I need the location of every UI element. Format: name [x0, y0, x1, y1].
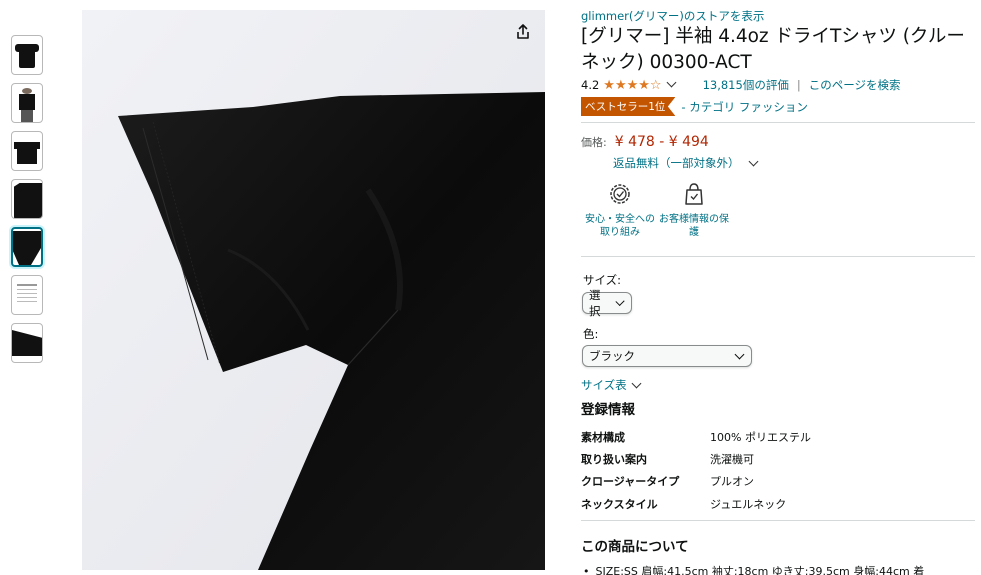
about-bullet: • SIZE:SS 肩幅:41.5cm 袖丈:18cm ゆき丈:39.5cm 身幅…: [581, 563, 924, 575]
spec-row: 素材構成 100% ポリエステル: [581, 429, 975, 445]
main-product-image[interactable]: [48, 10, 545, 570]
size-label: サイズ:: [583, 273, 622, 287]
color-label: 色:: [583, 327, 599, 341]
thumbnail-front[interactable]: [11, 35, 43, 75]
divider: [581, 520, 975, 521]
bullet-dot: •: [583, 565, 590, 575]
thumbnail-sleeve[interactable]: [11, 227, 43, 267]
thumbnail-flat[interactable]: [11, 131, 43, 171]
product-title: [グリマー] 半袖 4.4oz ドライTシャツ (クルーネック) 00300-A…: [581, 26, 965, 73]
spec-value: 100% ポリエステル: [710, 431, 811, 444]
thumbnail-size-table[interactable]: [11, 275, 43, 315]
star-rating-icon[interactable]: ★★★★☆: [603, 78, 661, 93]
spec-row: クロージャータイプ プルオン: [581, 473, 975, 489]
feature-safety-label: 安心・安全への取り組み: [585, 214, 655, 238]
divider: [581, 122, 975, 123]
size-select-value: 選択: [589, 288, 601, 318]
shield-check-icon: [610, 184, 630, 204]
chevron-down-icon: [631, 378, 642, 389]
chevron-down-icon[interactable]: [666, 77, 677, 88]
feature-privacy-label: お客様情報の保護: [659, 214, 729, 238]
chevron-down-icon: [748, 156, 758, 167]
tshirt-sleeve-image: [48, 10, 545, 570]
price-value: ¥ 478 - ¥ 494: [614, 134, 709, 150]
rating-count-link[interactable]: 13,815個の評価: [703, 77, 789, 93]
free-returns-text: 返品無料（一部対象外）: [613, 156, 740, 170]
color-select[interactable]: ブラック: [582, 345, 752, 367]
spec-row: ネックスタイル ジュエルネック: [581, 496, 975, 512]
spec-key: ネックスタイル: [581, 498, 658, 511]
feature-safety[interactable]: 安心・安全への取り組み: [581, 181, 659, 239]
registration-title: 登録情報: [581, 402, 635, 418]
chevron-down-icon: [734, 349, 745, 359]
about-bullet-text: SIZE:SS 肩幅:41.5cm 袖丈:18cm ゆき丈:39.5cm 身幅:…: [595, 565, 925, 575]
share-icon: [517, 24, 529, 39]
spec-key: 素材構成: [581, 431, 625, 444]
spec-value: 洗濯機可: [710, 453, 754, 466]
separator: |: [796, 78, 801, 92]
price-label: 価格:: [581, 136, 607, 149]
rating-row: 4.2 ★★★★☆ 13,815個の評価 | このページを検索: [581, 77, 900, 93]
spec-value: ジュエルネック: [710, 498, 787, 511]
spec-key: 取り扱い案内: [581, 453, 647, 466]
thumbnail-fabric[interactable]: [11, 323, 43, 363]
rating-value: 4.2: [581, 78, 600, 92]
bestseller-category-link[interactable]: - カテゴリ ファッション: [681, 99, 807, 115]
divider: [581, 256, 975, 257]
bestseller-row: ベストセラー1位 - カテゴリ ファッション: [581, 97, 808, 116]
thumbnail-back[interactable]: [11, 179, 43, 219]
secure-bag-icon: [685, 183, 703, 205]
bestseller-badge[interactable]: ベストセラー1位: [581, 97, 676, 116]
color-select-value: ブラック: [589, 349, 635, 363]
spec-row: 取り扱い案内 洗濯機可: [581, 451, 975, 467]
feature-privacy[interactable]: お客様情報の保護: [655, 181, 733, 239]
store-link[interactable]: glimmer(グリマー)のストアを表示: [581, 8, 764, 24]
search-page-link[interactable]: このページを検索: [809, 77, 901, 93]
size-select[interactable]: 選択: [582, 288, 632, 318]
share-button[interactable]: [510, 19, 536, 45]
thumbnail-model[interactable]: [11, 83, 43, 123]
chevron-down-icon: [615, 296, 625, 306]
price-row: 価格: ¥ 478 - ¥ 494: [581, 134, 709, 150]
free-returns-link[interactable]: 返品無料（一部対象外）: [613, 155, 763, 171]
size-chart-text: サイズ表: [581, 378, 627, 392]
spec-key: クロージャータイプ: [581, 475, 680, 488]
size-chart-link[interactable]: サイズ表: [581, 377, 646, 393]
spec-value: プルオン: [710, 475, 754, 488]
about-title: この商品について: [581, 539, 689, 555]
